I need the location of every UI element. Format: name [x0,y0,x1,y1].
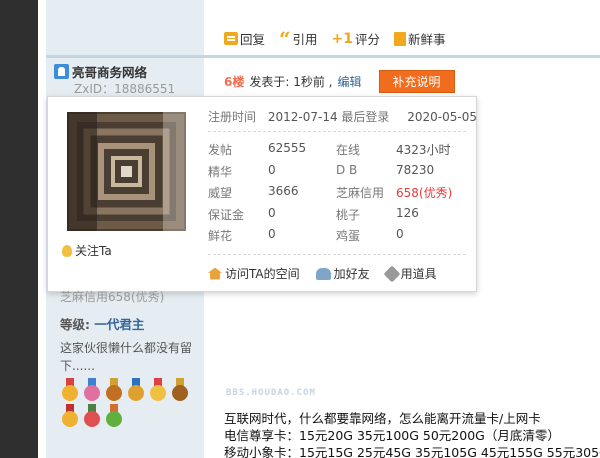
medal-icon[interactable] [60,404,80,428]
quote-icon: “ [279,26,291,51]
stat-label: 桃子 [336,207,361,222]
medal-icon[interactable] [104,404,124,428]
news-button[interactable]: 新鲜事 [394,29,446,48]
medal-icon[interactable] [104,378,124,402]
post-body: 互联网时代，什么都要靠网络，怎么能离开流量卡/上网卡 电信尊享卡：15元20G … [224,410,600,458]
follow-button[interactable]: 关注Ta [62,242,112,259]
user-level: 等级: 一代君主 [60,314,144,333]
visit-space-link[interactable]: 访问TA的空间 [208,265,300,282]
edit-link[interactable]: 编辑 [337,73,361,90]
medal-icon[interactable] [82,404,102,428]
staircase-photo [67,112,186,231]
author-name[interactable]: 亮哥商务网络 [72,62,147,81]
lightbulb-icon [62,244,72,257]
stat-label: 鸡蛋 [336,229,361,243]
register-row: 注册时间 2012-07-14 最后登录 2020-05-05 [208,108,477,125]
stat-value: 126 [396,205,419,220]
stat-label: D B [336,162,358,177]
card-links: 访问TA的空间 加好友 用道具 [208,265,437,282]
stat-label: 芝麻信用 [336,186,385,200]
add-friend-link[interactable]: 加好友 [315,265,370,282]
quote-button[interactable]: “ 引用 [279,26,318,51]
stat-label: 鲜花 [208,229,233,243]
medal-icon[interactable] [126,378,146,402]
stat-label: 威望 [208,186,233,200]
stat-label: 精华 [208,164,233,179]
forum-watermark: BBS.HOUDAO.COM [226,388,316,398]
floor-number[interactable]: 6楼 [224,73,244,90]
post-header: 6楼 发表于: 1秒前 , 编辑 补充说明 [224,70,455,93]
left-dark-bar [0,0,38,458]
avatar[interactable] [67,112,186,231]
card-divider-bottom [208,254,466,255]
news-icon [394,31,407,46]
user-icon [54,64,69,79]
post-action-bar: 回复 “ 引用 +1 评分 新鲜事 [224,26,446,51]
medal-list [60,378,200,428]
author-zxid: ZxID：18886551 [74,82,176,96]
supplement-button[interactable]: 补充说明 [378,70,455,93]
stat-label: 发帖 [208,143,233,157]
post-line: 电信尊享卡：15元20G 35元100G 50元200G（月底清零） [224,428,560,443]
post-line: 移动小象卡：15元15G 25元45G 35元105G 45元155G 55元3… [224,445,600,458]
last-login-value: 2020-05-05 [407,110,478,124]
use-tool-label: 用道具 [400,267,437,281]
medal-icon[interactable] [170,378,190,402]
add-friend-label: 加好友 [333,267,370,281]
friends-icon [315,267,331,280]
stat-value: 0 [396,227,404,241]
author-row: 亮哥商务网络 [54,62,147,81]
stat-value: 658(优秀) [396,186,453,200]
stat-value: 62555 [268,141,307,155]
plus-one-icon: +1 [331,30,354,47]
tool-icon [383,265,401,282]
sidebar-credit-rating: 芝麻信用658(优秀) [60,290,165,304]
card-divider-top [208,131,466,132]
level-value[interactable]: 一代君主 [94,317,144,332]
stat-value: 0 [268,205,276,220]
register-value: 2012-07-14 [267,110,338,124]
visit-space-label: 访问TA的空间 [225,267,300,281]
rate-label: 评分 [355,32,381,47]
user-bio: 这家伙很懒什么都没有留下...... [60,341,193,373]
follow-label: 关注Ta [75,244,112,258]
last-login-label: 最后登录 [341,110,390,124]
reply-icon [224,32,238,45]
user-profile-card: 关注Ta 注册时间 2012-07-14 最后登录 2020-05-05 访问T… [47,96,477,292]
stat-label: 保证金 [208,207,245,222]
post-separator [46,55,600,58]
reply-button[interactable]: 回复 [224,29,265,48]
post-time: 发表于: 1秒前 , [249,75,333,89]
stat-label: 在线 [336,143,361,157]
post-line: 互联网时代，什么都要靠网络，怎么能离开流量卡/上网卡 [224,411,541,426]
register-label: 注册时间 [208,110,257,124]
stat-value: 78230 [396,162,435,177]
news-label: 新鲜事 [408,32,446,47]
home-icon [208,267,222,280]
stat-value: 0 [268,162,276,177]
quote-label: 引用 [292,32,318,47]
reply-label: 回复 [240,32,266,47]
stat-value: 4323小时 [396,143,451,157]
level-label: 等级: [60,317,90,332]
medal-icon[interactable] [148,378,168,402]
medal-icon[interactable] [60,378,80,402]
use-tool-link[interactable]: 用道具 [383,265,437,282]
rate-button[interactable]: +1 评分 [332,29,381,48]
stat-value: 0 [268,227,276,241]
stat-value: 3666 [268,184,299,198]
medal-icon[interactable] [82,378,102,402]
